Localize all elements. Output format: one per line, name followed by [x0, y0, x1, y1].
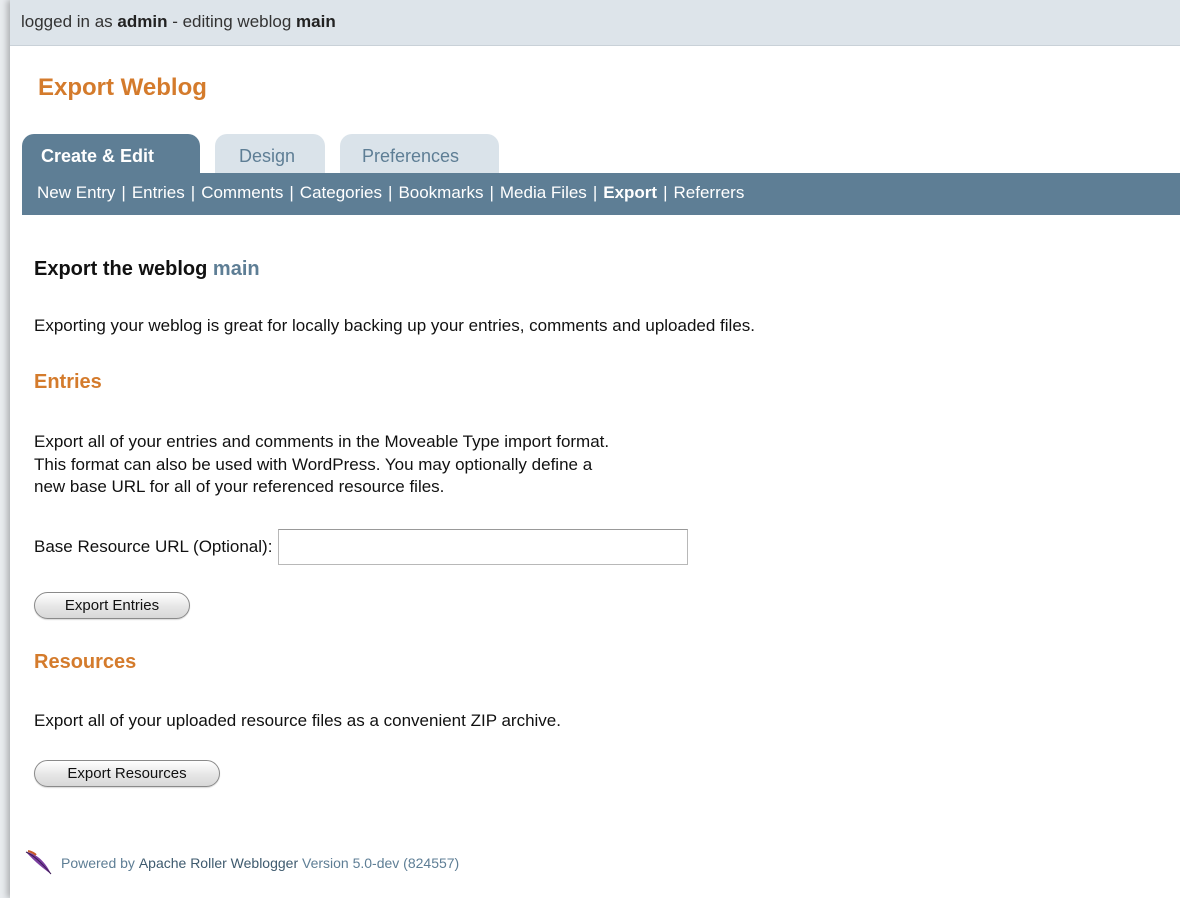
base-url-row: Base Resource URL (Optional):	[34, 529, 689, 565]
app-window: logged in as admin - editing weblog main…	[10, 0, 1180, 898]
base-url-label: Base Resource URL (Optional):	[34, 537, 273, 556]
status-user: admin	[117, 12, 168, 31]
subnav-entries[interactable]: Entries	[132, 183, 185, 202]
subnav-separator: |	[592, 183, 598, 202]
entries-description: Export all of your entries and comments …	[34, 431, 814, 499]
tab-preferences[interactable]: Preferences	[340, 134, 499, 174]
tab-design[interactable]: Design	[215, 134, 325, 174]
subnav-separator: |	[663, 183, 668, 202]
status-weblog: main	[296, 12, 336, 31]
subnav-export[interactable]: Export	[603, 183, 657, 202]
intro-text: Exporting your weblog is great for local…	[34, 316, 755, 335]
footer-powered: Powered by	[61, 855, 135, 871]
status-prefix: logged in as	[21, 12, 113, 31]
footer-version: Version 5.0-dev (824557)	[302, 855, 460, 871]
subnav-referrers[interactable]: Referrers	[674, 183, 745, 202]
export-resources-button[interactable]: Export Resources	[34, 760, 220, 787]
subnav-media-files[interactable]: Media Files	[500, 183, 587, 202]
tab-create-edit[interactable]: Create & Edit	[22, 134, 200, 174]
subnav-separator: |	[388, 183, 393, 202]
page-title: Export Weblog	[38, 74, 207, 101]
login-status-bar: logged in as admin - editing weblog main	[10, 0, 1180, 46]
resources-description: Export all of your uploaded resource fil…	[34, 711, 561, 730]
subnav-separator: |	[489, 183, 494, 202]
subnav-separator: |	[121, 183, 126, 202]
heading-prefix: Export the weblog	[34, 258, 208, 280]
subnav-bookmarks[interactable]: Bookmarks	[398, 183, 483, 202]
status-middle: - editing weblog	[172, 12, 292, 31]
subnav-comments[interactable]: Comments	[201, 183, 283, 202]
entries-desc-line: Export all of your entries and comments …	[34, 432, 610, 451]
main-tabs: Create & Edit Design Preferences	[22, 133, 514, 174]
subnav-categories[interactable]: Categories	[300, 183, 382, 202]
sub-navigation: New Entry | Entries | Comments | Categories | Bo…	[22, 173, 1180, 215]
footer: Powered by Apache Roller Weblogger Versi…	[24, 849, 459, 877]
base-url-input[interactable]	[278, 529, 689, 565]
entries-desc-line: This format can also be used with WordPr…	[34, 454, 593, 474]
footer-product-link[interactable]: Apache Roller Weblogger	[139, 855, 298, 871]
subnav-separator: |	[190, 183, 196, 202]
resources-section-title: Resources	[34, 651, 137, 673]
feather-icon	[25, 850, 52, 875]
entries-desc-line: new base URL for all of your referenced …	[34, 477, 445, 496]
heading-blogname: main	[212, 258, 260, 280]
entries-section-title: Entries	[34, 371, 102, 393]
subnav-separator: |	[289, 183, 294, 202]
export-entries-button[interactable]: Export Entries	[34, 592, 190, 619]
export-heading: Export the weblog main	[34, 258, 260, 281]
subnav-new-entry[interactable]: New Entry	[37, 183, 115, 202]
